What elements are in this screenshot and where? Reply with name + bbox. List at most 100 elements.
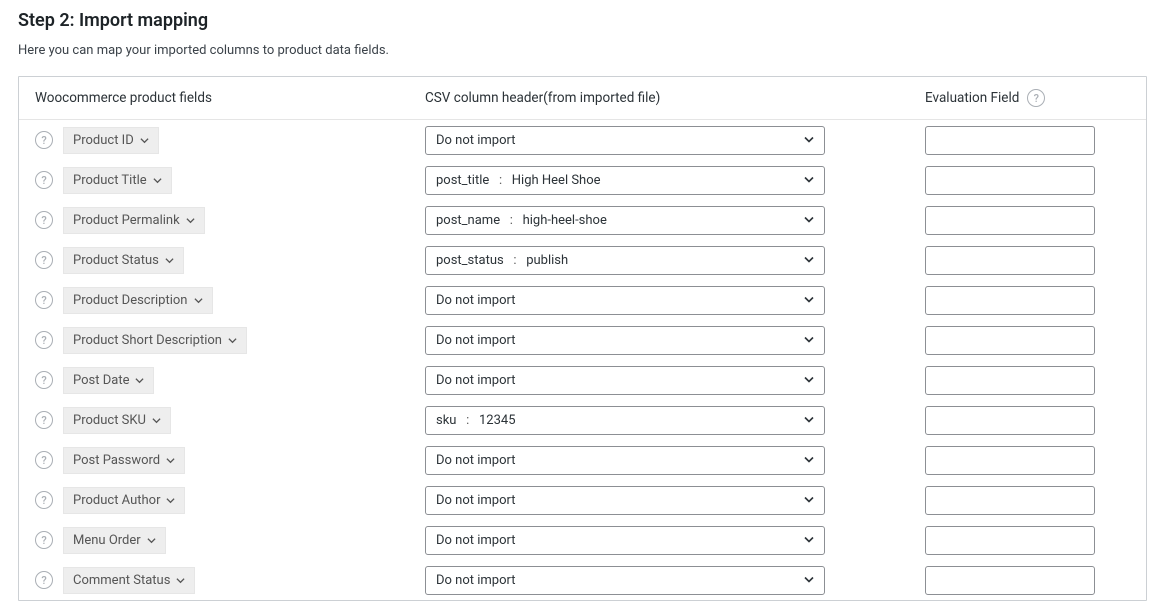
help-icon[interactable]: ? bbox=[35, 331, 53, 349]
chevron-down-icon bbox=[186, 216, 195, 225]
field-label: Product ID bbox=[73, 133, 134, 148]
csv-column-value: High Heel Shoe bbox=[512, 173, 601, 188]
csv-do-not-import: Do not import bbox=[436, 573, 516, 588]
csv-select-value: Do not import bbox=[425, 326, 825, 355]
csv-select-value: Do not import bbox=[425, 526, 825, 555]
csv-column-select[interactable]: Do not import bbox=[425, 486, 825, 515]
field-cell: ? Post Password bbox=[35, 447, 425, 474]
csv-select-value: post_name : high-heel-shoe bbox=[425, 206, 825, 235]
csv-do-not-import: Do not import bbox=[436, 533, 516, 548]
eval-cell bbox=[925, 566, 1130, 595]
csv-separator: : bbox=[500, 213, 523, 228]
csv-column-select[interactable]: sku : 12345 bbox=[425, 406, 825, 435]
csv-separator: : bbox=[489, 173, 512, 188]
help-icon[interactable]: ? bbox=[35, 211, 53, 229]
csv-select-value: Do not import bbox=[425, 446, 825, 475]
field-tag[interactable]: Product ID bbox=[63, 127, 159, 154]
csv-do-not-import: Do not import bbox=[436, 293, 516, 308]
csv-cell: Do not import bbox=[425, 446, 925, 475]
evaluation-input[interactable] bbox=[925, 566, 1095, 595]
evaluation-input[interactable] bbox=[925, 246, 1095, 275]
table-row: ? Product Short Description Do not import bbox=[19, 320, 1146, 360]
field-tag[interactable]: Product Title bbox=[63, 167, 172, 194]
csv-column-select[interactable]: post_title : High Heel Shoe bbox=[425, 166, 825, 195]
evaluation-input[interactable] bbox=[925, 126, 1095, 155]
field-tag[interactable]: Product Author bbox=[63, 487, 185, 514]
table-header-row: Woocommerce product fields CSV column he… bbox=[19, 77, 1146, 120]
help-icon[interactable]: ? bbox=[35, 251, 53, 269]
help-icon[interactable]: ? bbox=[35, 131, 53, 149]
csv-cell: sku : 12345 bbox=[425, 406, 925, 435]
csv-column-select[interactable]: Do not import bbox=[425, 366, 825, 395]
field-label: Post Date bbox=[73, 373, 129, 388]
help-icon[interactable]: ? bbox=[35, 491, 53, 509]
csv-column-key: post_status bbox=[436, 253, 504, 268]
evaluation-input[interactable] bbox=[925, 326, 1095, 355]
csv-select-value: post_status : publish bbox=[425, 246, 825, 275]
field-tag[interactable]: Menu Order bbox=[63, 527, 166, 554]
evaluation-input[interactable] bbox=[925, 286, 1095, 315]
eval-cell bbox=[925, 446, 1130, 475]
csv-select-value: Do not import bbox=[425, 566, 825, 595]
chevron-down-icon bbox=[153, 176, 162, 185]
mapping-table: Woocommerce product fields CSV column he… bbox=[18, 76, 1147, 601]
csv-do-not-import: Do not import bbox=[436, 453, 516, 468]
help-icon[interactable]: ? bbox=[1027, 89, 1045, 107]
field-label: Product Author bbox=[73, 493, 160, 508]
step-title: Step 2: Import mapping bbox=[18, 10, 1147, 31]
help-icon[interactable]: ? bbox=[35, 371, 53, 389]
help-icon[interactable]: ? bbox=[35, 171, 53, 189]
field-tag[interactable]: Post Date bbox=[63, 367, 154, 394]
csv-cell: Do not import bbox=[425, 126, 925, 155]
eval-cell bbox=[925, 366, 1130, 395]
csv-column-select[interactable]: post_status : publish bbox=[425, 246, 825, 275]
field-tag[interactable]: Product SKU bbox=[63, 407, 171, 434]
evaluation-input[interactable] bbox=[925, 446, 1095, 475]
field-tag[interactable]: Comment Status bbox=[63, 567, 195, 594]
table-row: ? Post Password Do not import bbox=[19, 440, 1146, 480]
csv-column-select[interactable]: Do not import bbox=[425, 286, 825, 315]
evaluation-input[interactable] bbox=[925, 166, 1095, 195]
help-icon[interactable]: ? bbox=[35, 411, 53, 429]
csv-select-value: post_title : High Heel Shoe bbox=[425, 166, 825, 195]
csv-column-select[interactable]: Do not import bbox=[425, 326, 825, 355]
csv-column-select[interactable]: Do not import bbox=[425, 566, 825, 595]
help-icon[interactable]: ? bbox=[35, 291, 53, 309]
field-cell: ? Product Title bbox=[35, 167, 425, 194]
evaluation-input[interactable] bbox=[925, 206, 1095, 235]
header-csv-column: CSV column header(from imported file) bbox=[425, 90, 925, 106]
header-evaluation-label: Evaluation Field bbox=[925, 90, 1019, 106]
csv-column-value: 12345 bbox=[479, 413, 516, 428]
table-row: ? Menu Order Do not import bbox=[19, 520, 1146, 560]
eval-cell bbox=[925, 246, 1130, 275]
csv-cell: Do not import bbox=[425, 486, 925, 515]
eval-cell bbox=[925, 126, 1130, 155]
eval-cell bbox=[925, 526, 1130, 555]
help-icon[interactable]: ? bbox=[35, 571, 53, 589]
field-tag[interactable]: Product Permalink bbox=[63, 207, 205, 234]
help-icon[interactable]: ? bbox=[35, 451, 53, 469]
evaluation-input[interactable] bbox=[925, 526, 1095, 555]
field-tag[interactable]: Product Description bbox=[63, 287, 213, 314]
chevron-down-icon bbox=[176, 576, 185, 585]
table-row: ? Product Title post_title : High Heel Sho… bbox=[19, 160, 1146, 200]
table-row: ? Product Description Do not import bbox=[19, 280, 1146, 320]
csv-cell: post_title : High Heel Shoe bbox=[425, 166, 925, 195]
csv-column-select[interactable]: Do not import bbox=[425, 526, 825, 555]
field-tag[interactable]: Post Password bbox=[63, 447, 185, 474]
field-tag[interactable]: Product Short Description bbox=[63, 327, 247, 354]
csv-do-not-import: Do not import bbox=[436, 133, 516, 148]
csv-column-select[interactable]: Do not import bbox=[425, 446, 825, 475]
chevron-down-icon bbox=[194, 296, 203, 305]
help-icon[interactable]: ? bbox=[35, 531, 53, 549]
field-cell: ? Product Description bbox=[35, 287, 425, 314]
field-tag[interactable]: Product Status bbox=[63, 247, 184, 274]
csv-column-select[interactable]: Do not import bbox=[425, 126, 825, 155]
csv-column-select[interactable]: post_name : high-heel-shoe bbox=[425, 206, 825, 235]
csv-select-value: Do not import bbox=[425, 486, 825, 515]
evaluation-input[interactable] bbox=[925, 406, 1095, 435]
chevron-down-icon bbox=[135, 376, 144, 385]
field-cell: ? Product Permalink bbox=[35, 207, 425, 234]
evaluation-input[interactable] bbox=[925, 486, 1095, 515]
evaluation-input[interactable] bbox=[925, 366, 1095, 395]
